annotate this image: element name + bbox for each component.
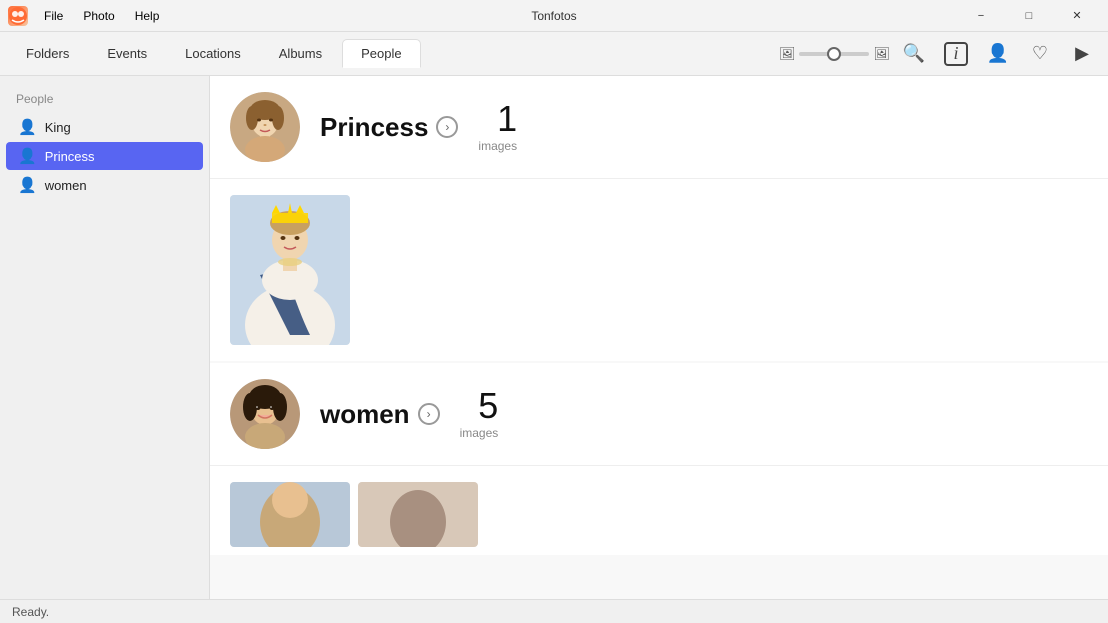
tab-events[interactable]: Events — [89, 39, 165, 68]
zoom-slider[interactable] — [799, 52, 869, 56]
status-text: Ready. — [12, 605, 49, 619]
person-icon-princess: 👤 — [18, 147, 37, 165]
tab-folders[interactable]: Folders — [8, 39, 87, 68]
princess-image-count: 1 — [478, 101, 517, 137]
statusbar: Ready. — [0, 599, 1108, 623]
women-count: 5 images — [460, 388, 499, 440]
play-icon: ▶ — [1075, 43, 1089, 64]
menu-photo[interactable]: Photo — [75, 7, 122, 25]
princess-count: 1 images — [478, 101, 517, 153]
search-button[interactable]: 🔍 — [896, 36, 932, 72]
search-icon: 🔍 — [903, 43, 925, 64]
app-icon — [8, 6, 28, 26]
toolbar: Folders Events Locations Albums People 🖼… — [0, 32, 1108, 76]
menu-bar: File Photo Help — [36, 7, 167, 25]
princess-header: Princess › 1 images — [210, 76, 1108, 179]
zoom-large-icon: 🖼 — [873, 46, 890, 62]
person-icon: 👤 — [18, 118, 37, 136]
maximize-button[interactable]: □ — [1006, 0, 1052, 32]
sidebar-item-women-label: women — [45, 178, 87, 193]
women-name: women — [320, 399, 410, 430]
info-icon: i — [944, 42, 968, 66]
person-icon-women: 👤 — [18, 176, 37, 194]
minimize-button[interactable]: − — [958, 0, 1004, 32]
zoom-small-icon: 🖼 — [779, 46, 796, 62]
info-button[interactable]: i — [938, 36, 974, 72]
tab-bar: Folders Events Locations Albums People — [8, 39, 779, 68]
close-button[interactable]: ✕ — [1054, 0, 1100, 32]
princess-photo-1[interactable] — [230, 195, 350, 345]
sidebar-item-women[interactable]: 👤 women — [6, 171, 203, 199]
princess-name: Princess — [320, 112, 428, 143]
princess-section: Princess › 1 images — [210, 76, 1108, 361]
princess-avatar — [230, 92, 300, 162]
sidebar-item-king-label: King — [45, 120, 71, 135]
content-area: Princess › 1 images — [210, 76, 1108, 599]
heart-button[interactable]: ♡ — [1022, 36, 1058, 72]
princess-name-group: Princess › — [320, 112, 458, 143]
zoom-thumb — [827, 47, 841, 61]
play-button[interactable]: ▶ — [1064, 36, 1100, 72]
sidebar-item-princess[interactable]: 👤 Princess — [6, 142, 203, 170]
sidebar: People 👤 King 👤 Princess 👤 women — [0, 76, 210, 599]
sidebar-section-title: People — [0, 88, 209, 112]
tab-albums[interactable]: Albums — [261, 39, 340, 68]
face-icon: 👤 — [987, 43, 1009, 64]
tab-locations[interactable]: Locations — [167, 39, 259, 68]
zoom-control: 🖼 🖼 — [779, 46, 890, 62]
princess-photos — [210, 179, 1108, 361]
main-content: People 👤 King 👤 Princess 👤 women — [0, 76, 1108, 599]
app-title: Tonfotos — [531, 9, 576, 23]
women-avatar — [230, 379, 300, 449]
toolbar-right: 🖼 🖼 🔍 i 👤 ♡ ▶ — [779, 36, 1100, 72]
menu-file[interactable]: File — [36, 7, 71, 25]
window-controls: − □ ✕ — [958, 0, 1100, 32]
face-button[interactable]: 👤 — [980, 36, 1016, 72]
titlebar: File Photo Help Tonfotos − □ ✕ — [0, 0, 1108, 32]
titlebar-left: File Photo Help — [8, 6, 167, 26]
sidebar-item-princess-label: Princess — [45, 149, 95, 164]
women-photos — [210, 466, 1108, 555]
women-name-group: women › — [320, 399, 440, 430]
women-arrow-button[interactable]: › — [418, 403, 440, 425]
women-photo-partial-2[interactable] — [358, 482, 478, 547]
sidebar-item-king[interactable]: 👤 King — [6, 113, 203, 141]
women-images-label: images — [460, 426, 499, 440]
heart-icon: ♡ — [1032, 43, 1048, 64]
menu-help[interactable]: Help — [127, 7, 168, 25]
women-photo-partial[interactable] — [230, 482, 350, 547]
princess-arrow-button[interactable]: › — [436, 116, 458, 138]
tab-people[interactable]: People — [342, 39, 420, 68]
princess-images-label: images — [478, 139, 517, 153]
women-section: women › 5 images — [210, 363, 1108, 555]
women-image-count: 5 — [460, 388, 499, 424]
women-header: women › 5 images — [210, 363, 1108, 466]
